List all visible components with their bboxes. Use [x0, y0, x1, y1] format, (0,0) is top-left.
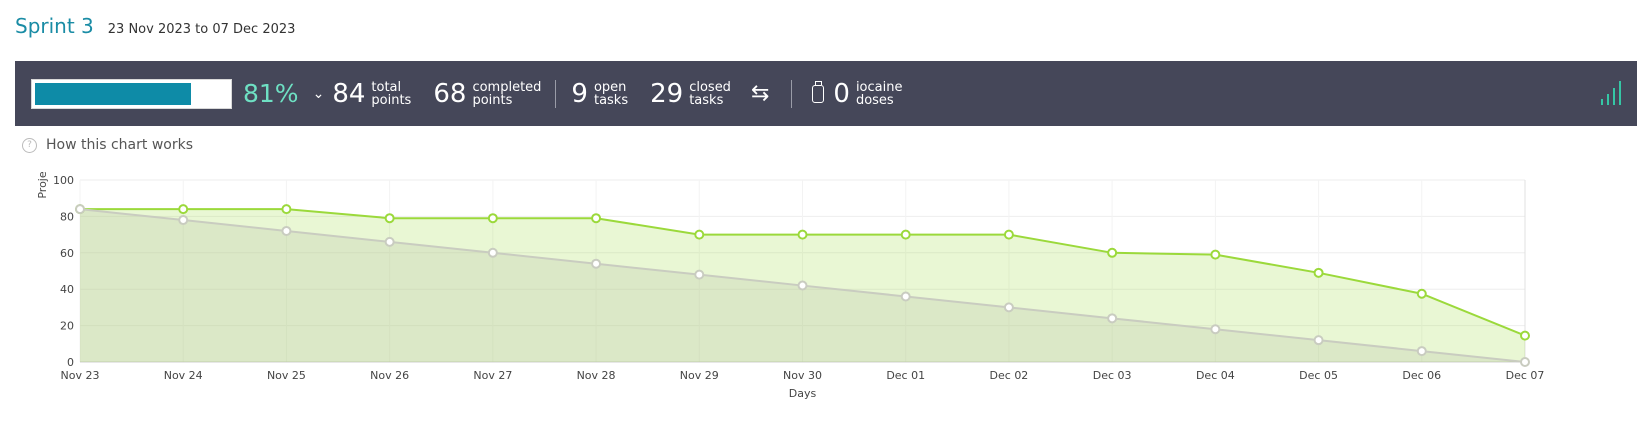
x-tick-label: Dec 06 — [1402, 369, 1441, 382]
x-tick-label: Nov 29 — [680, 369, 719, 382]
divider — [555, 79, 557, 108]
data-point-real — [797, 229, 808, 240]
data-point-ideal — [1313, 335, 1324, 346]
x-tick-label: Dec 05 — [1299, 369, 1338, 382]
sprint-dates: 23 Nov 2023 to 07 Dec 2023 — [107, 22, 296, 37]
x-tick-label: Nov 25 — [267, 369, 306, 382]
data-point-ideal — [281, 225, 292, 236]
data-point-ideal — [1210, 324, 1221, 335]
x-tick-label: Nov 23 — [61, 369, 100, 382]
y-tick-label: 80 — [60, 210, 74, 223]
data-point-real — [1313, 267, 1324, 278]
x-tick-label: Dec 07 — [1506, 369, 1545, 382]
data-point-ideal — [1003, 302, 1014, 313]
x-tick-label: Dec 02 — [990, 369, 1029, 382]
data-point-real — [1003, 229, 1014, 240]
data-point-ideal — [1416, 346, 1427, 357]
how-chart-works-text: How this chart works — [46, 137, 194, 153]
question-icon: ? — [22, 137, 37, 153]
x-tick-label: Dec 04 — [1196, 369, 1235, 382]
y-tick-label: 20 — [60, 320, 74, 333]
x-tick-label: Nov 24 — [164, 369, 203, 382]
data-point-ideal — [797, 280, 808, 291]
x-tick-label: Dec 01 — [886, 369, 925, 382]
x-axis-label: Days — [789, 387, 817, 400]
y-tick-label: 60 — [60, 247, 74, 260]
chevron-down-icon[interactable]: ⌄ — [313, 86, 325, 102]
total-points-value: 84 — [332, 78, 366, 109]
y-tick-label: 100 — [53, 174, 74, 187]
x-tick-label: Nov 28 — [577, 369, 616, 382]
data-point-real — [178, 204, 189, 215]
sprint-title[interactable]: Sprint 3 — [15, 14, 94, 38]
x-tick-label: Nov 26 — [370, 369, 409, 382]
iocaine-value: 0 — [833, 78, 850, 109]
data-point-real — [1107, 247, 1118, 258]
total-points-stat: 84 total points — [332, 79, 411, 109]
completed-points-value: 68 — [433, 78, 467, 109]
data-point-ideal — [1107, 313, 1118, 324]
progress-percent: 81% — [243, 79, 299, 108]
data-point-real — [1416, 288, 1427, 299]
data-point-ideal — [178, 215, 189, 226]
sprint-summary-bar: 81% ⌄ 84 total points 68 completed points … — [15, 61, 1637, 126]
data-point-real — [1210, 249, 1221, 260]
y-tick-label: 40 — [60, 283, 74, 296]
x-tick-label: Nov 27 — [473, 369, 512, 382]
progress-bar — [31, 78, 232, 109]
poison-bottle-icon — [812, 80, 825, 103]
iocaine-stat[interactable]: 0 iocaine doses — [812, 79, 902, 109]
data-point-ideal — [487, 247, 498, 258]
data-point-ideal — [1520, 357, 1530, 367]
data-point-ideal — [900, 291, 911, 302]
iocaine-label: iocaine doses — [855, 79, 903, 108]
open-tasks-value: 9 — [571, 78, 588, 109]
data-point-real — [384, 213, 395, 224]
data-point-real — [694, 229, 705, 240]
completed-points-stat: 68 completed points — [433, 79, 541, 109]
sprint-header: Sprint 3 23 Nov 2023 to 07 Dec 2023 — [15, 14, 295, 44]
progress-fill — [35, 82, 192, 105]
y-tick-label: 0 — [67, 356, 74, 369]
swap-arrows-icon[interactable]: ⇆ — [751, 81, 769, 106]
closed-tasks-value: 29 — [650, 78, 684, 109]
data-point-real — [591, 213, 602, 224]
data-point-real — [281, 204, 292, 215]
completed-points-label: completed points — [472, 79, 542, 108]
data-point-ideal — [591, 258, 602, 269]
open-tasks-label: open tasks — [593, 79, 629, 108]
x-tick-label: Dec 03 — [1093, 369, 1132, 382]
data-point-real — [1520, 330, 1530, 341]
how-chart-works-link[interactable]: ? How this chart works — [22, 137, 193, 153]
burndown-chart: 0 20 40 60 80 100 Nov 23 Nov 24 Nov 25 Nov 26 Nov … — [36, 171, 1545, 400]
total-points-label: total points — [371, 79, 412, 108]
signal-bars-icon[interactable] — [1601, 81, 1621, 105]
y-axis-label: Proje — [36, 171, 49, 199]
data-point-ideal — [75, 204, 85, 215]
data-point-ideal — [694, 269, 705, 280]
data-point-ideal — [384, 236, 395, 247]
closed-tasks-label: closed tasks — [689, 79, 731, 108]
data-point-real — [900, 229, 911, 240]
open-tasks-stat: 9 open tasks — [571, 79, 628, 109]
divider — [791, 79, 793, 108]
data-point-real — [487, 213, 498, 224]
x-tick-label: Nov 30 — [783, 369, 822, 382]
closed-tasks-stat: 29 closed tasks — [650, 79, 731, 109]
